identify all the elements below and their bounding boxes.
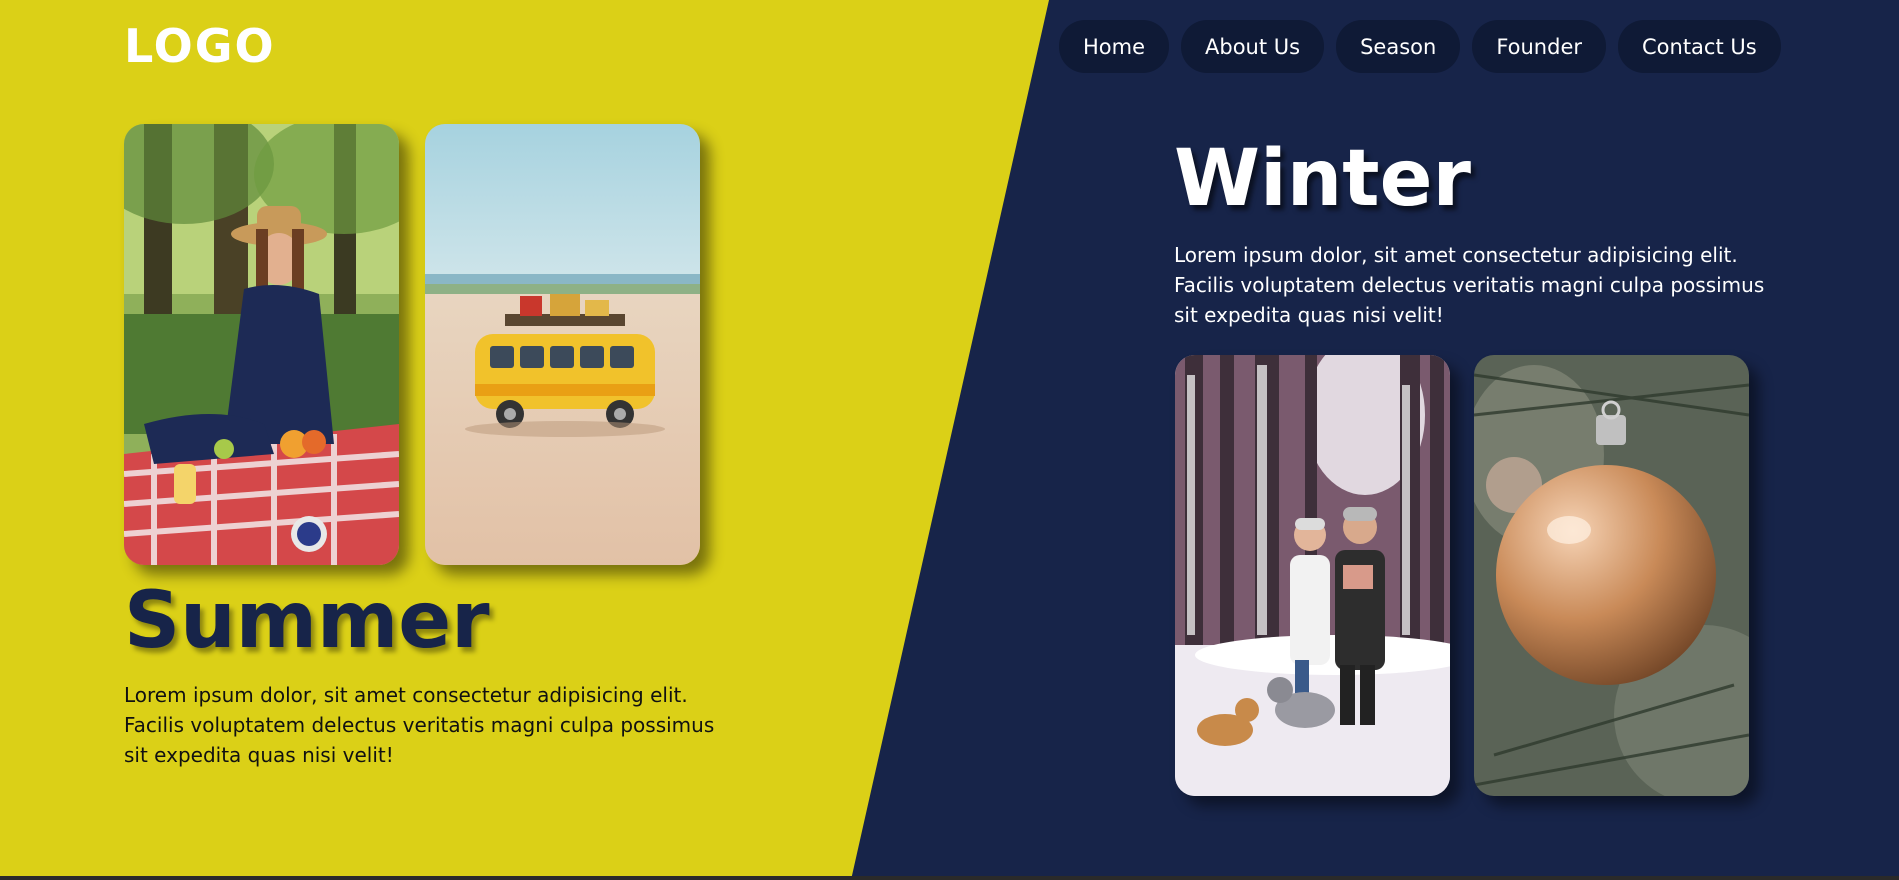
winter-description: Lorem ipsum dolor, sit amet consectetur …: [1174, 243, 1765, 327]
main-nav: Home About Us Season Founder Contact Us: [1059, 20, 1781, 73]
summer-picnic-image: [124, 124, 399, 565]
winter-forest-image: [1175, 355, 1450, 796]
nav-contact-us[interactable]: Contact Us: [1618, 20, 1781, 73]
nav-season[interactable]: Season: [1336, 20, 1461, 73]
logo[interactable]: LOGO: [124, 18, 276, 74]
summer-description: Lorem ipsum dolor, sit amet consectetur …: [124, 683, 715, 767]
nav-founder[interactable]: Founder: [1472, 20, 1606, 73]
summer-van-image: [425, 124, 700, 565]
nav-about-us[interactable]: About Us: [1181, 20, 1325, 73]
winter-title: Winter: [1174, 134, 1471, 224]
bottom-strip: [0, 876, 1899, 880]
winter-ornament-image: [1474, 355, 1749, 796]
summer-title: Summer: [124, 576, 490, 666]
nav-home[interactable]: Home: [1059, 20, 1170, 73]
page: LOGO Home About Us Season Founder Contac…: [0, 0, 1899, 880]
